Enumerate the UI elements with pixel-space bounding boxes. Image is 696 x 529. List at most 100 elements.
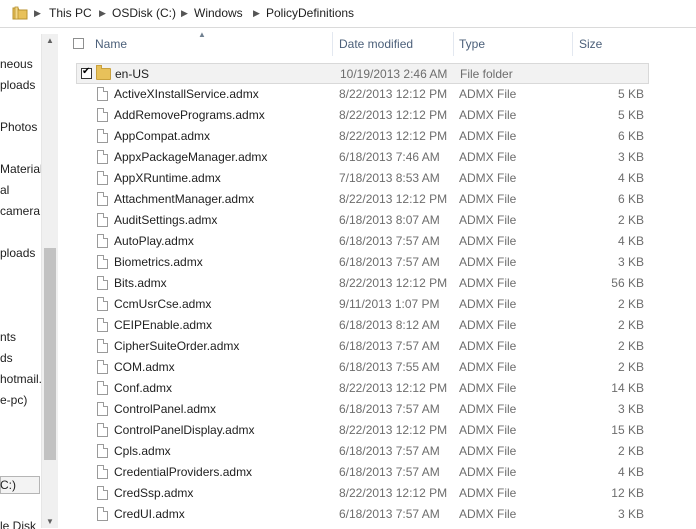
file-date-modified: 6/18/2013 7:57 AM <box>339 444 440 458</box>
breadcrumb-separator-icon[interactable]: ▶ <box>99 0 106 27</box>
file-row[interactable]: CipherSuiteOrder.admx 6/18/2013 7:57 AM AD… <box>60 336 690 357</box>
file-icon <box>97 297 108 311</box>
file-row[interactable]: AppxPackageManager.admx 6/18/2013 7:46 AM… <box>60 147 690 168</box>
nav-item[interactable]: nts <box>0 328 16 346</box>
file-name: CipherSuiteOrder.admx <box>114 339 240 353</box>
file-row[interactable]: AppCompat.admx 8/22/2013 12:12 PM ADMX Fil… <box>60 126 690 147</box>
file-icon <box>97 150 108 164</box>
file-icon <box>97 276 108 290</box>
file-name: Biometrics.admx <box>114 255 203 269</box>
file-row[interactable]: CEIPEnable.admx 6/18/2013 8:12 AM ADMX Fil… <box>60 315 690 336</box>
column-header-type[interactable]: Type <box>459 28 485 60</box>
nav-item[interactable]: Photos <box>0 118 37 136</box>
file-row[interactable]: Bits.admx 8/22/2013 12:12 PM ADMX File 56 K… <box>60 273 690 294</box>
breadcrumb-osdisk[interactable]: OSDisk (C:) <box>112 0 176 27</box>
file-date-modified: 6/18/2013 7:57 AM <box>339 465 440 479</box>
nav-item[interactable]: Material <box>0 160 43 178</box>
nav-item[interactable]: hotmail. <box>0 370 42 388</box>
file-icon <box>97 192 108 206</box>
folder-row[interactable]: en-US 10/19/2013 2:46 AM File folder <box>76 63 649 84</box>
file-row[interactable]: AppXRuntime.admx 7/18/2013 8:53 AM ADMX Fi… <box>60 168 690 189</box>
file-icon <box>97 444 108 458</box>
file-row[interactable]: AuditSettings.admx 6/18/2013 8:07 AM ADMX … <box>60 210 690 231</box>
file-row[interactable]: ControlPanelDisplay.admx 8/22/2013 12:12 … <box>60 420 690 441</box>
file-date-modified: 8/22/2013 12:12 PM <box>339 423 448 437</box>
scrollbar-thumb[interactable] <box>44 248 56 460</box>
file-row[interactable]: ActiveXInstallService.admx 8/22/2013 12:1… <box>60 84 690 105</box>
nav-item[interactable]: ploads <box>0 244 35 262</box>
file-name: AppCompat.admx <box>114 129 211 143</box>
nav-item[interactable]: neous <box>0 55 33 73</box>
file-size: 2 KB <box>617 297 644 311</box>
file-name: en-US <box>115 67 150 81</box>
file-date-modified: 6/18/2013 7:57 AM <box>339 507 440 521</box>
file-name: CcmUsrCse.admx <box>114 297 212 311</box>
file-type: ADMX File <box>459 213 517 227</box>
nav-item[interactable]: camera <box>0 202 40 220</box>
file-row[interactable]: AddRemovePrograms.admx 8/22/2013 12:12 PM… <box>60 105 690 126</box>
file-name: AppxPackageManager.admx <box>114 150 268 164</box>
file-row[interactable]: Biometrics.admx 6/18/2013 7:57 AM ADMX Fil… <box>60 252 690 273</box>
scroll-down-icon[interactable]: ▼ <box>46 517 54 526</box>
file-row[interactable]: Conf.admx 8/22/2013 12:12 PM ADMX File 14 K… <box>60 378 690 399</box>
breadcrumb-separator-icon[interactable]: ▶ <box>181 0 188 27</box>
file-date-modified: 6/18/2013 7:46 AM <box>339 150 440 164</box>
nav-item[interactable]: ploads <box>0 76 35 94</box>
file-date-modified: 6/18/2013 7:57 AM <box>339 402 440 416</box>
nav-item-osdisk[interactable]: C:) <box>0 476 16 494</box>
file-icon <box>97 465 108 479</box>
file-row[interactable]: COM.admx 6/18/2013 7:55 AM ADMX File 2 KB <box>60 357 690 378</box>
file-type: ADMX File <box>459 339 517 353</box>
column-divider[interactable] <box>332 32 333 56</box>
nav-item[interactable]: le Disk <box>0 517 36 529</box>
nav-item[interactable]: al <box>0 181 9 199</box>
scroll-up-icon[interactable]: ▲ <box>46 36 54 45</box>
file-type: ADMX File <box>459 297 517 311</box>
column-divider[interactable] <box>453 32 454 56</box>
file-name: ControlPanelDisplay.admx <box>114 423 255 437</box>
breadcrumb-windows[interactable]: Windows <box>194 0 243 27</box>
file-name: CredUI.admx <box>114 507 185 521</box>
file-row[interactable]: CredSsp.admx 8/22/2013 12:12 PM ADMX File 1… <box>60 483 690 504</box>
file-row[interactable]: CredentialProviders.admx 6/18/2013 7:57 A… <box>60 462 690 483</box>
file-row[interactable]: AutoPlay.admx 6/18/2013 7:57 AM ADMX File 4… <box>60 231 690 252</box>
column-header-size[interactable]: Size <box>579 28 602 60</box>
file-date-modified: 8/22/2013 12:12 PM <box>339 192 448 206</box>
file-icon <box>97 108 108 122</box>
file-size: 2 KB <box>617 339 644 353</box>
column-header-date-modified[interactable]: Date modified <box>339 28 413 60</box>
file-size: 14 KB <box>611 381 644 395</box>
nav-item[interactable]: e-pc) <box>0 391 27 409</box>
file-name: AppXRuntime.admx <box>114 171 221 185</box>
file-icon <box>97 213 108 227</box>
row-checkbox[interactable] <box>81 66 92 79</box>
breadcrumb-this-pc[interactable]: This PC <box>49 0 92 27</box>
navigation-pane[interactable]: neous ploads Photos Material al camera p… <box>0 28 58 529</box>
column-header-name[interactable]: Name <box>95 28 127 60</box>
file-size: 4 KB <box>617 234 644 248</box>
file-date-modified: 6/18/2013 8:07 AM <box>339 213 440 227</box>
breadcrumb-separator-icon[interactable]: ▶ <box>253 0 260 27</box>
file-name: AttachmentManager.admx <box>114 192 255 206</box>
file-date-modified: 8/22/2013 12:12 PM <box>339 381 448 395</box>
file-row[interactable]: CredUI.admx 6/18/2013 7:57 AM ADMX File 3 K… <box>60 504 690 525</box>
column-divider[interactable] <box>572 32 573 56</box>
address-bar[interactable]: ▶ This PC ▶ OSDisk (C:) ▶ Windows ▶ Poli… <box>0 0 696 28</box>
breadcrumb-separator-icon[interactable]: ▶ <box>34 0 41 27</box>
nav-item[interactable]: ds <box>0 349 13 367</box>
file-row[interactable]: AttachmentManager.admx 8/22/2013 12:12 PM… <box>60 189 690 210</box>
file-row[interactable]: CcmUsrCse.admx 9/11/2013 1:07 PM ADMX File… <box>60 294 690 315</box>
file-type: ADMX File <box>459 486 517 500</box>
file-icon <box>97 129 108 143</box>
file-date-modified: 8/22/2013 12:12 PM <box>339 87 448 101</box>
file-size: 3 KB <box>617 255 644 269</box>
nav-scrollbar[interactable]: ▲ ▼ <box>41 34 58 528</box>
file-size: 2 KB <box>617 213 644 227</box>
file-type: ADMX File <box>459 423 517 437</box>
file-size: 3 KB <box>617 150 644 164</box>
file-name: ActiveXInstallService.admx <box>114 87 259 101</box>
breadcrumb-policydefinitions[interactable]: PolicyDefinitions <box>266 0 354 27</box>
file-row[interactable]: ControlPanel.admx 6/18/2013 7:57 AM ADMX F… <box>60 399 690 420</box>
select-all-checkbox[interactable] <box>73 38 84 49</box>
file-row[interactable]: Cpls.admx 6/18/2013 7:57 AM ADMX File 2 KB <box>60 441 690 462</box>
